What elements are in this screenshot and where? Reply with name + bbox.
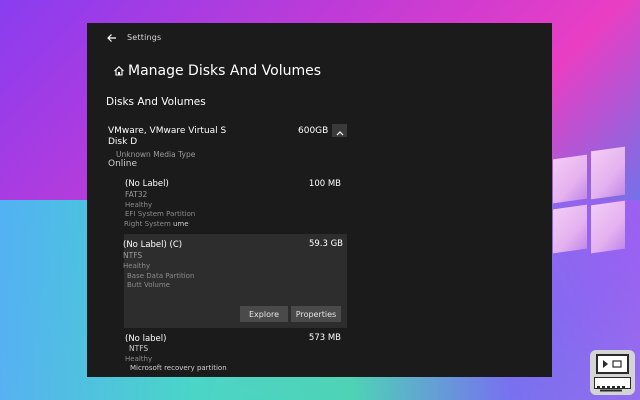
partition-2-extra: Butt Volume (127, 281, 170, 289)
disk-media-type: Unknown Media Type (116, 150, 196, 159)
partition-1-extra-b: ume (173, 220, 189, 228)
partition-2-health: Healthy (123, 262, 151, 270)
window-title: Settings (127, 33, 162, 42)
partition-3-health: Healthy (125, 355, 153, 363)
partition-1-extra: Right System ume (124, 220, 189, 228)
back-arrow-icon[interactable] (107, 32, 121, 46)
chevron-up-icon (336, 121, 344, 140)
site-badge-icon (590, 350, 635, 395)
badge-keyboard (594, 377, 631, 392)
settings-window: Settings Manage Disks And Volumes Disks … (87, 23, 552, 377)
page-title-text: Manage Disks And Volumes (128, 63, 322, 79)
partition-3-name[interactable]: (No label) (125, 334, 166, 344)
partition-1-name[interactable]: (No Label) (125, 179, 169, 189)
partition-2-type: Base Data Partition (127, 272, 195, 280)
disk-name: VMware, VMware Virtual S (108, 126, 227, 136)
partition-1-filesystem: FAT32 (125, 190, 148, 199)
partition-2-name: (No Label) (C) (123, 240, 183, 250)
badge-screen (596, 354, 629, 374)
disk-label: Disk D (108, 137, 138, 147)
windows-logo-icon (553, 145, 625, 265)
disk-status: Online (108, 159, 138, 169)
partition-1-size: 100 MB (308, 179, 341, 189)
properties-button[interactable]: Properties (291, 306, 341, 322)
partition-1-extra-a: Right System (124, 220, 171, 228)
page-title: Manage Disks And Volumes (113, 63, 321, 79)
partition-3-size: 573 MB (308, 333, 341, 343)
partition-1-type: EFI System Partition (125, 210, 196, 218)
explore-button[interactable]: Explore (240, 306, 288, 322)
partition-3-filesystem: NTFS (129, 344, 149, 353)
disk-size: 600GB (298, 126, 329, 136)
home-icon (113, 65, 126, 78)
title-bar: Settings (87, 23, 552, 55)
partition-2-size: 59.3 GB (308, 239, 343, 249)
partition-3-type: Microsoft recovery partition (130, 364, 227, 372)
partition-2-filesystem: NTFS (123, 251, 143, 260)
collapse-disk-button[interactable] (332, 124, 347, 137)
partition-1-health: Healthy (125, 201, 153, 209)
section-title: Disks And Volumes (106, 96, 206, 108)
